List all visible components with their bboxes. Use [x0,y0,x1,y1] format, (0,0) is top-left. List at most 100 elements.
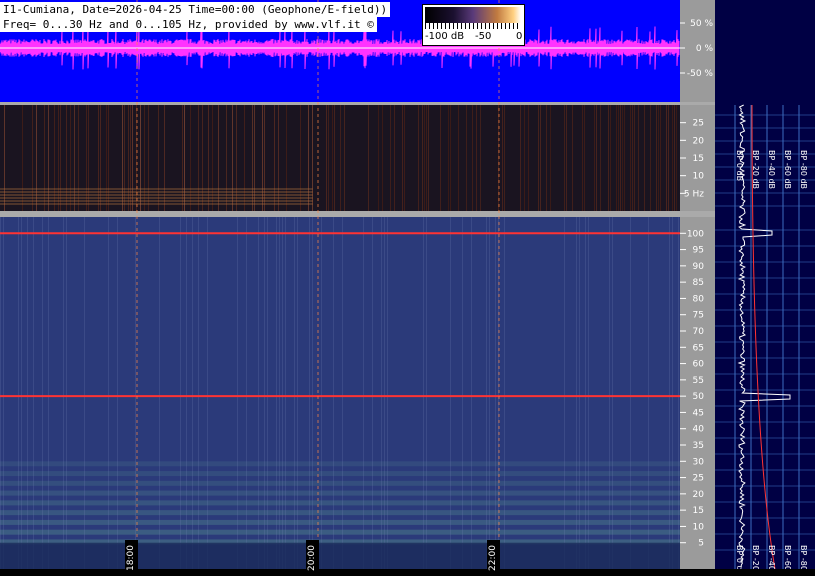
frequency-range-caption: Freq= 0...30 Hz and 0...105 Hz, provided… [0,17,377,32]
side-bp-label: BP -80 dB [799,545,808,569]
low-spectrogram-band [0,188,313,190]
waveform-tick-label: 50 % [690,19,713,29]
low-spectrogram-streak [390,105,391,211]
panel-divider [0,211,715,217]
high-spectrogram-streak [609,217,610,569]
high-spectrogram-streak [333,217,334,569]
colorbar-legend: -100 dB -50 0 [422,4,525,46]
low-spectrogram-streak [502,105,503,211]
low-spectrogram-streak [644,105,645,211]
high-spectrogram-streak [363,217,364,569]
high-freq-tick-label: 25 [693,474,704,484]
colorbar-gradient [425,7,521,23]
low-spectrogram-streak [340,105,341,211]
time-label-2200: 22:00 [487,540,500,576]
high-spectrogram-band [0,519,680,525]
high-spectrogram-streak [486,217,487,569]
low-freq-tick-label: 20 [693,136,705,146]
low-spectrogram-streak [656,105,657,211]
high-freq-tick-label: 5 [698,539,704,549]
low-spectrogram-band [0,194,313,196]
low-spectrogram-streak [676,105,677,211]
low-spectrogram-streak [476,105,477,211]
low-spectrogram-streak [378,105,379,211]
low-spectrogram-streak [418,105,419,211]
high-freq-tick-label: 65 [693,343,704,353]
low-spectrogram-streak [666,105,667,211]
low-spectrogram-streak [572,105,573,211]
high-spectrogram-streak [84,217,85,569]
side-bp-label: BP -80 dB [799,150,808,189]
low-spectrogram-streak [538,105,539,211]
time-label-1800: 18:00 [125,540,138,576]
low-spectrogram-streak [402,105,403,211]
high-spectrogram-streak [285,217,286,569]
high-spectrogram-streak [678,217,679,569]
side-bp-label: BP -40 dB [767,150,776,189]
side-bp-label: BP -40 dB [767,545,776,569]
low-spectrogram-streak [448,105,449,211]
high-spectrogram-streak [117,217,118,569]
high-spectrogram-streak [648,217,649,569]
high-spectrogram-band [0,480,680,486]
high-spectrogram-streak [372,217,373,569]
high-spectrogram-streak [186,217,187,569]
high-freq-tick-label: 40 [693,425,705,435]
low-spectrogram-streak [424,105,425,211]
high-spectrogram-streak [3,217,4,569]
low-spectrogram-streak [326,105,327,211]
low-spectrogram-streak [426,105,427,211]
high-spectrogram-streak [387,217,388,569]
high-spectrogram-streak [564,217,565,569]
low-spectrogram-streak [566,105,567,211]
low-spectrogram-streak [394,105,395,211]
low-spectrogram-streak [660,105,661,211]
low-spectrogram-band [0,191,313,193]
low-spectrogram-streak [634,105,635,211]
low-spectrogram-streak [550,105,551,211]
low-spectrogram-streak [440,105,441,211]
low-spectrogram-streak [404,105,405,211]
spectrogram-figure: 50 %0 %-50 %252015105 Hz1009590858075706… [0,0,815,569]
low-spectrogram-streak [450,105,451,211]
high-spectrogram-streak [63,217,64,569]
low-spectrogram-band [0,197,313,199]
low-spectrogram-streak [584,105,585,211]
high-spectrogram-streak [504,217,505,569]
high-spectrogram-bottom-band [0,542,680,569]
low-spectrogram-streak [524,105,525,211]
high-spectrogram-streak [588,217,589,569]
colorbar-label-mid: -50 [475,31,492,42]
low-spectrogram-streak [428,105,429,211]
low-freq-tick-label: 15 [693,154,704,164]
high-spectrogram-streak [462,217,463,569]
high-spectrogram-streak [27,217,28,569]
high-freq-tick-label: 50 [693,392,705,402]
high-spectrogram-streak [135,217,136,569]
high-spectrogram-streak [309,217,310,569]
high-spectrogram-streak [207,217,208,569]
low-spectrogram-streak [616,105,617,211]
high-freq-tick-label: 90 [693,262,705,272]
high-spectrogram-streak [279,217,280,569]
low-spectrogram-streak [610,105,611,211]
side-bp-label: BP -20 dB [751,150,760,189]
colorbar-ticks [425,23,521,29]
high-spectrogram-streak [276,217,277,569]
high-freq-tick-label: 20 [693,490,705,500]
high-spectrogram-streak [612,217,613,569]
low-spectrogram-streak [540,105,541,211]
colorbar-label-min: -100 dB [425,31,465,42]
high-freq-tick-label: 10 [693,522,705,532]
panel-divider [0,102,715,105]
low-spectrogram-streak [546,105,547,211]
high-freq-tick-label: 95 [693,246,704,256]
side-bp-label: BP 0 dB [735,545,744,569]
low-spectrogram-streak [458,105,459,211]
high-spectrogram-streak [489,217,490,569]
high-spectrogram-streak [579,217,580,569]
high-spectrogram-streak [672,217,673,569]
side-bp-label: BP -60 dB [783,545,792,569]
low-spectrogram-streak [620,105,621,211]
high-spectrogram-streak [192,217,193,569]
